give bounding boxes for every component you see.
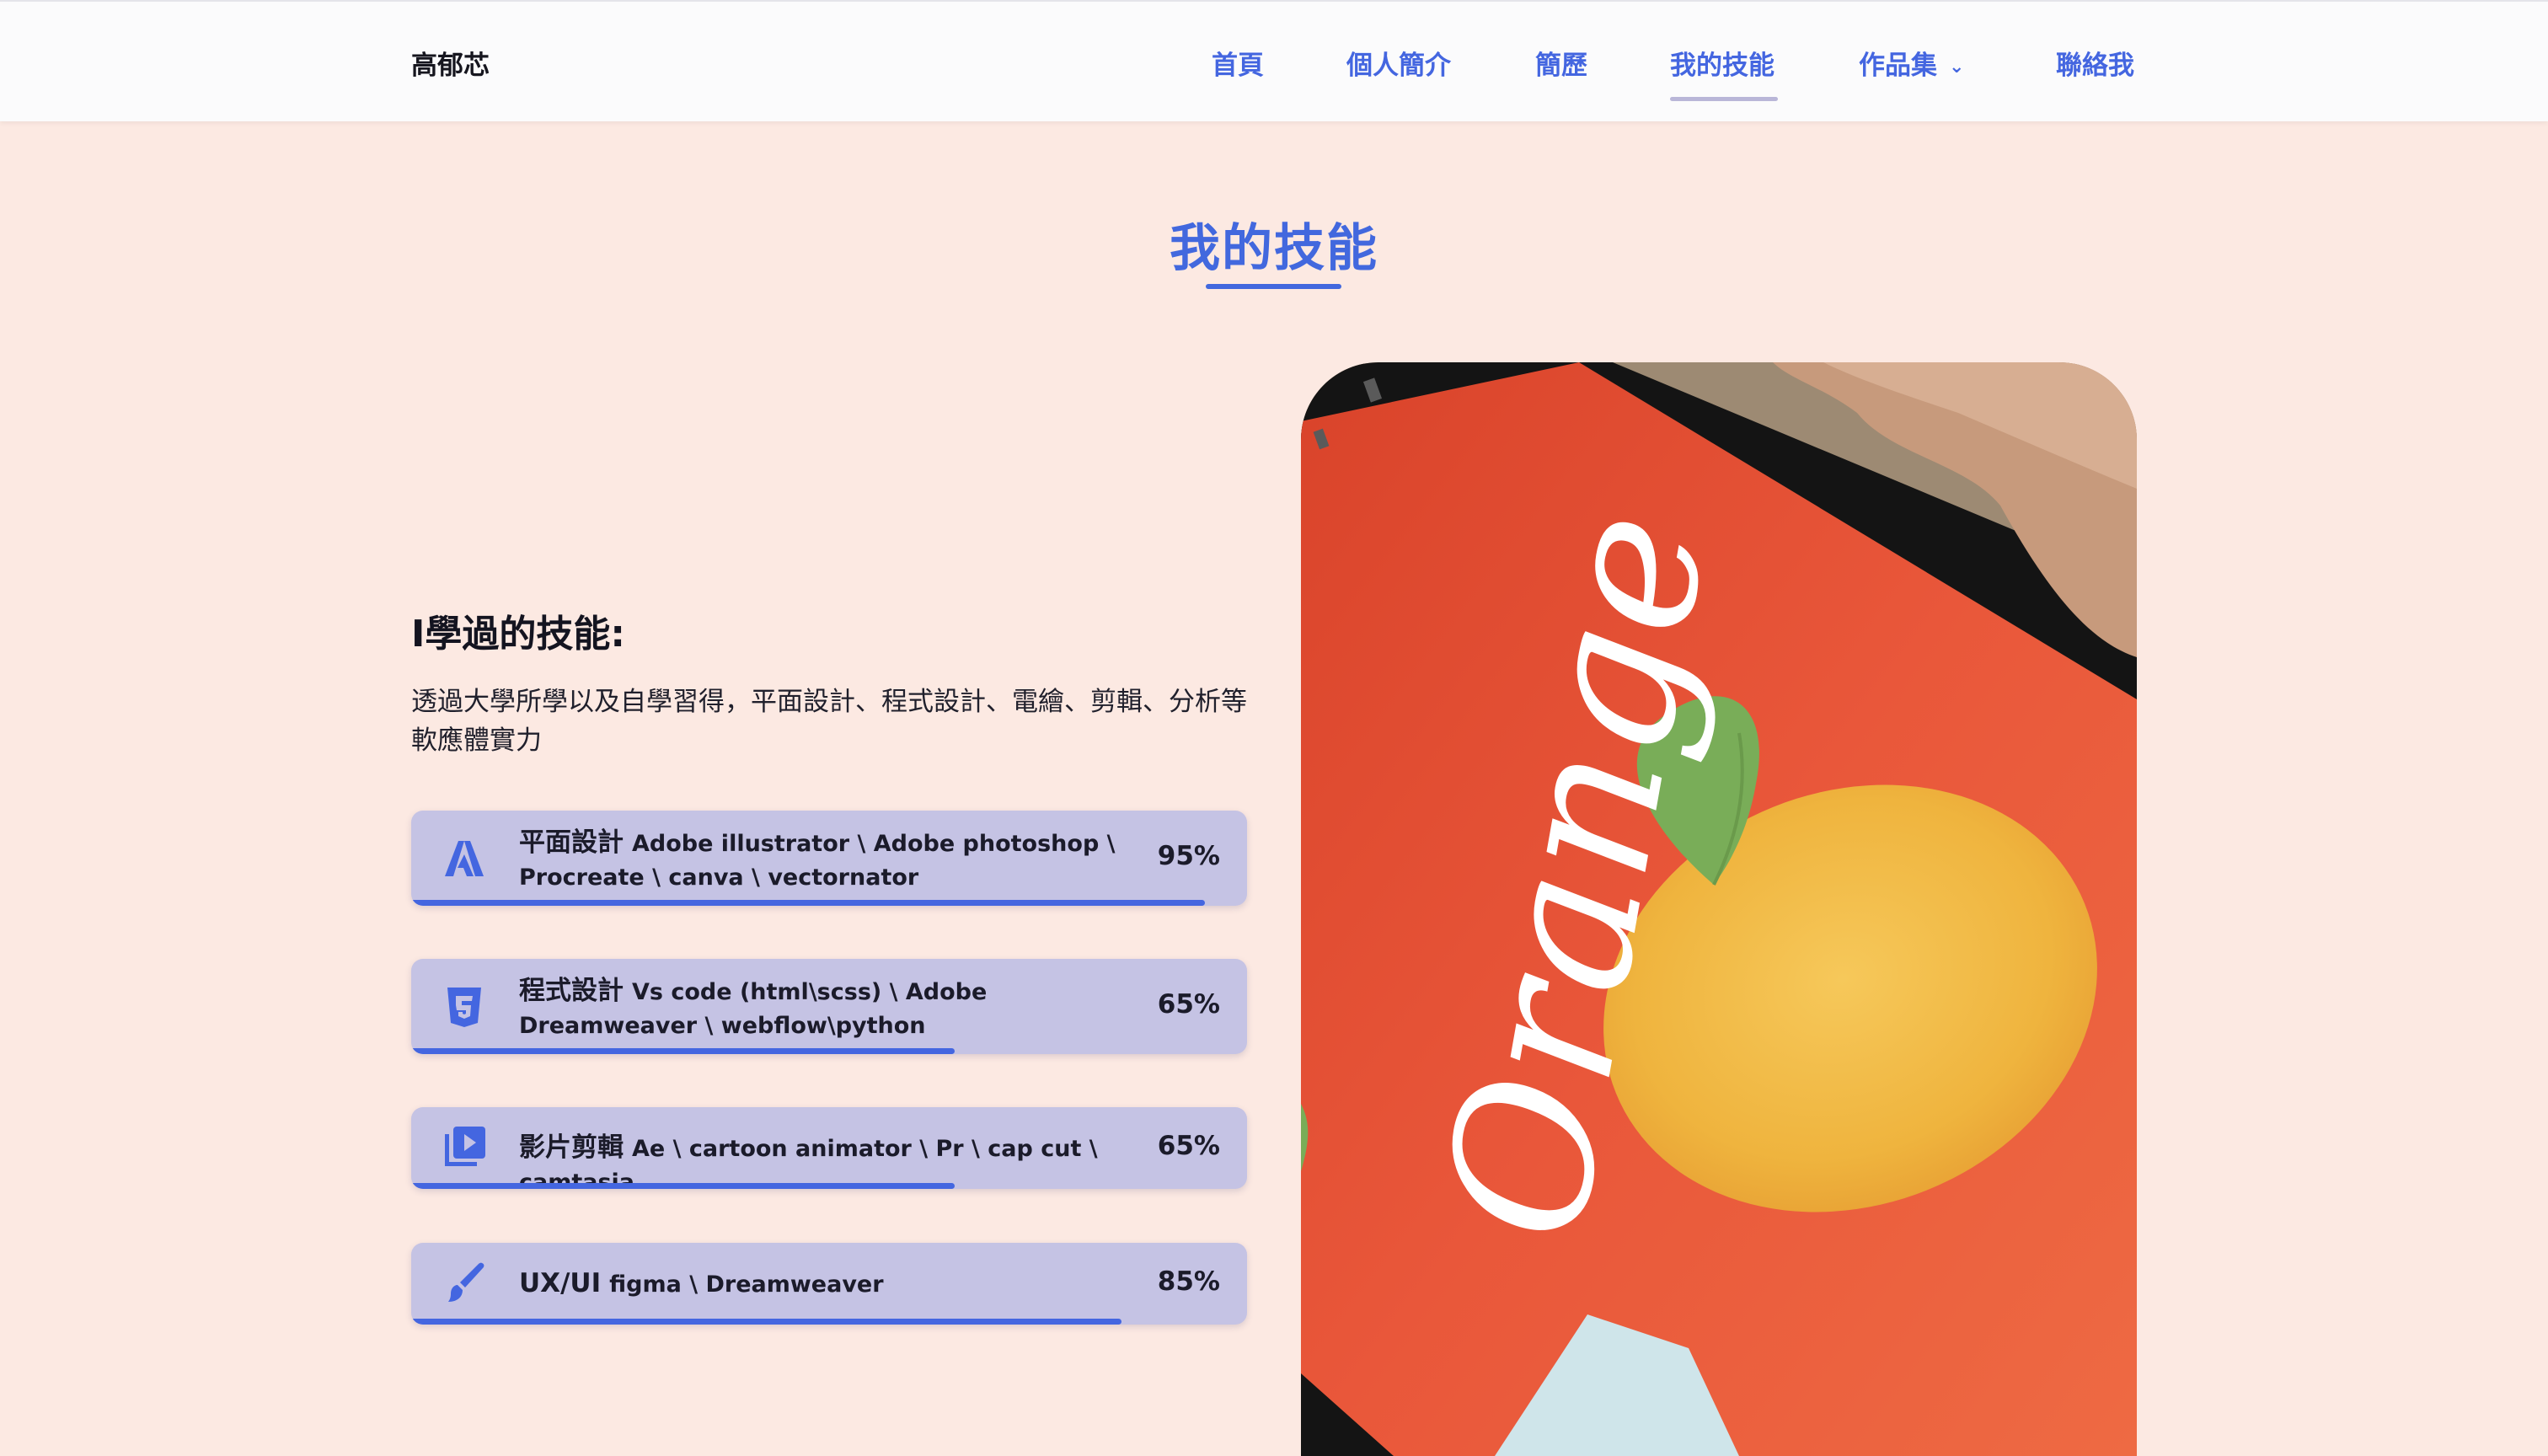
skill-category: 影片剪輯 xyxy=(519,1132,624,1163)
chevron-down-icon: ⌄ xyxy=(1949,56,1965,78)
nav-about[interactable]: 個人簡介 xyxy=(1346,44,1451,82)
skill-percent: 65% xyxy=(1157,1131,1220,1161)
skill-progress-bar xyxy=(411,900,1206,906)
skill-card-uxui: UX/UI figma \ Dreamweaver 85% xyxy=(411,1243,1247,1325)
skills-photo: Orange xyxy=(1301,362,2137,1456)
skill-percent: 85% xyxy=(1157,1266,1220,1297)
video-library-icon xyxy=(442,1124,487,1170)
skill-text: 影片剪輯 Ae \ cartoon animator \ Pr \ cap cut… xyxy=(519,1131,1159,1189)
skill-category: UX/UI xyxy=(519,1268,602,1298)
nav-skills[interactable]: 我的技能 xyxy=(1670,44,1774,82)
nav-contact[interactable]: 聯絡我 xyxy=(2056,44,2134,82)
nav-portfolio-dropdown[interactable]: 作品集 ⌄ xyxy=(1859,44,1964,82)
skill-card-programming: 程式設計 Vs code (html\scss) \ Adobe Dreamwea… xyxy=(411,959,1247,1054)
nav-home[interactable]: 首頁 xyxy=(1212,44,1264,82)
skill-progress-track xyxy=(411,1319,1247,1325)
nav-portfolio-label: 作品集 xyxy=(1859,51,1937,81)
skills-subheading: I學過的技能: xyxy=(411,613,625,656)
skill-progress-bar xyxy=(411,1319,1122,1325)
skills-description: 透過大學所學以及自學習得，平面設計、程式設計、電繪、剪輯、分析等軟應體實力 xyxy=(411,687,1247,756)
skill-progress-track xyxy=(411,1183,1247,1189)
skill-card-graphic-design: 平面設計 Adobe illustrator \ Adobe photoshop … xyxy=(411,811,1247,906)
brush-icon xyxy=(442,1260,487,1305)
nav-active-indicator xyxy=(1670,97,1778,101)
skill-text: UX/UI figma \ Dreamweaver xyxy=(519,1266,1159,1302)
tablet-illustration-image: Orange xyxy=(1301,362,2137,1456)
skill-progress-track xyxy=(411,900,1247,906)
site-brand[interactable]: 高郁芯 xyxy=(411,44,490,82)
skill-progress-bar xyxy=(411,1183,955,1189)
title-underline xyxy=(1206,284,1341,289)
skill-card-video-editing: 影片剪輯 Ae \ cartoon animator \ Pr \ cap cut… xyxy=(411,1107,1247,1189)
skill-text: 平面設計 Adobe illustrator \ Adobe photoshop … xyxy=(519,826,1159,895)
skill-text: 程式設計 Vs code (html\scss) \ Adobe Dreamwea… xyxy=(519,974,1159,1043)
skill-progress-track xyxy=(411,1048,1247,1054)
skill-progress-bar xyxy=(411,1048,955,1054)
adobe-icon xyxy=(442,836,487,881)
nav-resume[interactable]: 簡歷 xyxy=(1535,44,1587,82)
skill-category: 平面設計 xyxy=(519,827,624,858)
top-navbar: 高郁芯 首頁 個人簡介 簡歷 我的技能 作品集 ⌄ 聯絡我 xyxy=(0,0,2548,121)
skill-percent: 95% xyxy=(1157,841,1220,871)
css3-icon xyxy=(442,984,487,1030)
skill-category: 程式設計 xyxy=(519,976,624,1006)
skill-percent: 65% xyxy=(1157,989,1220,1020)
section-title: 我的技能 xyxy=(1170,219,1378,278)
skill-tools: figma \ Dreamweaver xyxy=(609,1271,884,1298)
